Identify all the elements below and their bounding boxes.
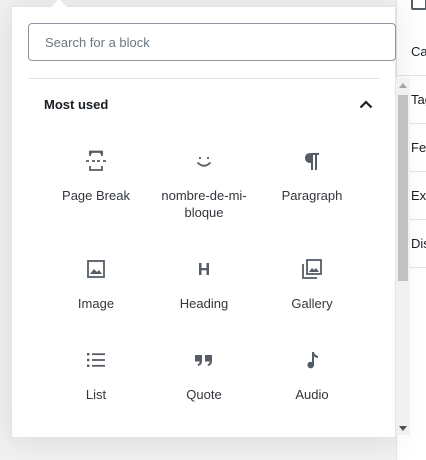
list-icon: [84, 348, 108, 372]
divider: [28, 78, 380, 79]
block-inserter-popover: Most used Page Break: [11, 0, 396, 438]
block-label: List: [85, 387, 107, 402]
block-label: Page Break: [62, 188, 130, 203]
block-gallery[interactable]: Gallery: [260, 245, 364, 341]
heading-icon: [192, 257, 216, 281]
most-used-panel-toggle[interactable]: Most used: [28, 87, 380, 121]
page-break-icon: [84, 149, 108, 173]
block-image[interactable]: Image: [44, 245, 148, 341]
block-audio[interactable]: Audio: [260, 336, 364, 432]
block-label: Image: [77, 296, 115, 311]
quote-icon: [192, 348, 216, 372]
block-search: [28, 23, 396, 61]
scroll-down-icon[interactable]: [396, 421, 410, 435]
scroll-up-icon[interactable]: [396, 78, 410, 92]
block-paragraph[interactable]: Paragraph: [260, 137, 364, 233]
gallery-icon: [300, 257, 324, 281]
block-label: Paragraph: [281, 188, 343, 203]
block-page-break[interactable]: Page Break: [44, 137, 148, 233]
block-quote[interactable]: Quote: [152, 336, 256, 432]
block-list[interactable]: List: [44, 336, 148, 432]
block-label: nombre-de-mi-bloque: [161, 188, 247, 220]
chevron-up-icon: [354, 92, 378, 116]
block-label: Heading: [179, 296, 229, 311]
smiley-icon: [192, 149, 216, 173]
paragraph-icon: [300, 149, 324, 173]
block-list: Page Break nombre-de-mi-bloque Paragraph: [28, 137, 380, 437]
scrollbar[interactable]: [396, 78, 410, 435]
panel-title: Most used: [44, 96, 109, 112]
sidebar-item-categories[interactable]: Categories: [397, 28, 426, 76]
block-label: Gallery: [291, 296, 333, 311]
image-icon: [84, 257, 108, 281]
block-heading[interactable]: Heading: [152, 245, 256, 341]
block-search-input[interactable]: [28, 23, 396, 61]
block-nombre-de-mi-bloque[interactable]: nombre-de-mi-bloque: [152, 137, 256, 233]
block-label: Audio: [295, 387, 329, 402]
settings-toggle-icon[interactable]: [411, 0, 426, 10]
block-label: Quote: [186, 387, 222, 402]
audio-icon: [300, 348, 324, 372]
popover-arrow: [50, 0, 68, 7]
scrollbar-thumb[interactable]: [398, 95, 408, 281]
